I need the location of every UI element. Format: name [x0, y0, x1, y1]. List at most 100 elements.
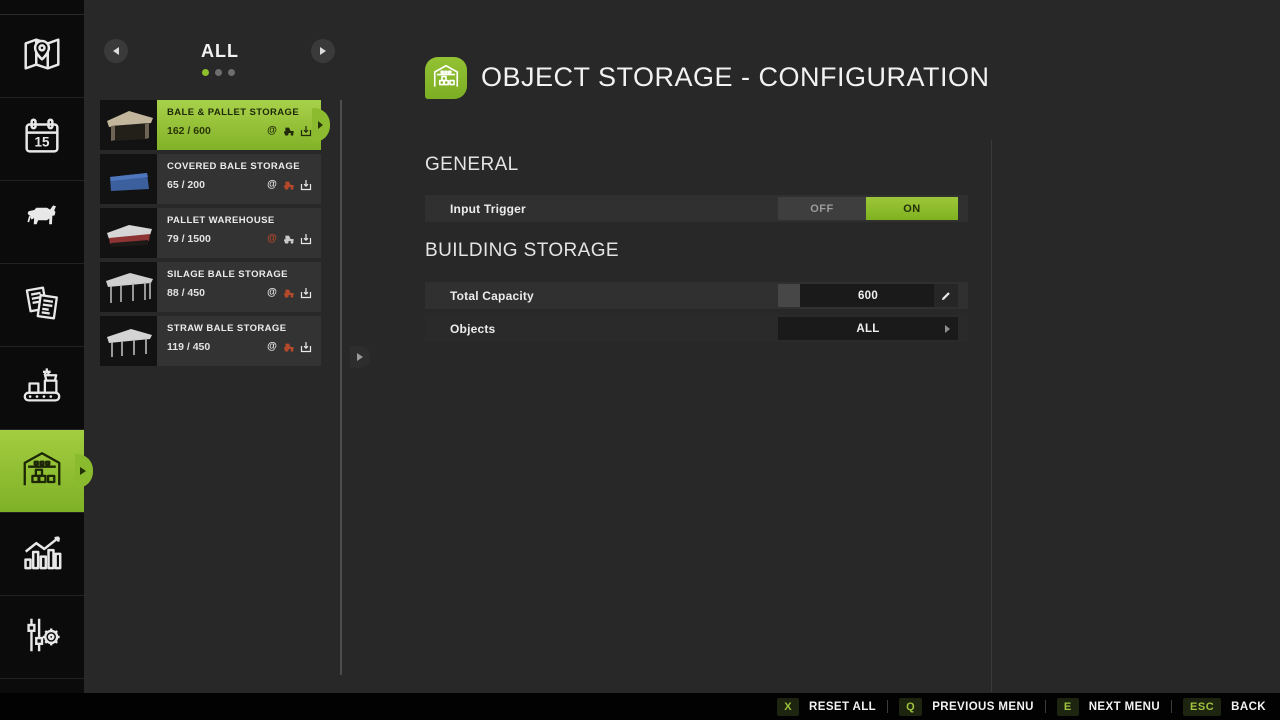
production-icon: [19, 363, 65, 414]
action-label: PREVIOUS MENU: [932, 701, 1034, 713]
at-icon: @: [266, 125, 278, 137]
arrow-left-icon: [113, 47, 119, 55]
pagination-dot: [202, 69, 209, 76]
sidebar-item-contracts[interactable]: [0, 264, 84, 347]
badge-group: @: [266, 341, 312, 353]
building-thumbnail: [100, 208, 157, 258]
list-item-body: BALE & PALLET STORAGE 162 / 600 @: [157, 100, 321, 150]
edit-button[interactable]: [934, 284, 958, 307]
input-drag-handle[interactable]: [778, 284, 800, 307]
at-icon: @: [266, 341, 278, 353]
list-item-bale-pallet-storage[interactable]: BALE & PALLET STORAGE 162 / 600 @: [100, 100, 321, 150]
sidebar-item-production[interactable]: [0, 347, 84, 430]
bar-chart-icon: [19, 529, 65, 580]
panel-divider: [991, 140, 992, 692]
divider: [1045, 700, 1046, 713]
action-reset-all[interactable]: X RESET ALL: [777, 698, 876, 716]
download-icon: [300, 341, 312, 353]
sliders-gear-icon: [19, 612, 65, 663]
list-item-pallet-warehouse[interactable]: PALLET WAREHOUSE 79 / 1500 @: [100, 208, 321, 258]
capacity-count: 88 / 450: [167, 287, 205, 299]
list-item-covered-bale-storage[interactable]: COVERED BALE STORAGE 65 / 200 @: [100, 154, 321, 204]
tractor-icon: [283, 233, 295, 245]
sidebar-item-buildings[interactable]: [0, 430, 84, 513]
list-item-body: PALLET WAREHOUSE 79 / 1500 @: [157, 208, 321, 258]
objects-selector[interactable]: ALL: [778, 317, 958, 340]
warehouse-icon: [19, 446, 65, 497]
list-item-straw-bale-storage[interactable]: STRAW BALE STORAGE 119 / 450 @: [100, 316, 321, 366]
pencil-icon: [941, 291, 951, 301]
selected-tab-bump: [75, 454, 93, 488]
download-icon: [300, 125, 312, 137]
at-icon: @: [266, 179, 278, 191]
warehouse-icon: [431, 61, 461, 96]
action-next-menu[interactable]: E NEXT MENU: [1057, 698, 1160, 716]
action-label: NEXT MENU: [1089, 701, 1160, 713]
building-thumbnail: [100, 316, 157, 366]
objects-value: ALL: [856, 323, 879, 335]
action-label: BACK: [1231, 701, 1266, 713]
list-scrollbar[interactable]: [340, 100, 342, 675]
list-item-body: SILAGE BALE STORAGE 88 / 450 @: [157, 262, 321, 312]
building-thumbnail: [100, 100, 157, 150]
capacity-count: 119 / 450: [167, 341, 210, 353]
sidebar-item-animals[interactable]: [0, 181, 84, 264]
map-icon: [19, 31, 65, 82]
category-prev-button[interactable]: [104, 39, 128, 63]
row-label: Input Trigger: [450, 202, 526, 216]
cow-icon: [19, 197, 65, 248]
sidebar-item-settings[interactable]: [0, 596, 84, 679]
action-label: RESET ALL: [809, 701, 876, 713]
chevron-right-icon: [357, 353, 363, 361]
badge-group: @: [266, 179, 312, 191]
sidebar-item-map[interactable]: [0, 15, 84, 98]
building-name: BALE & PALLET STORAGE: [167, 107, 312, 118]
list-item-silage-bale-storage[interactable]: SILAGE BALE STORAGE 88 / 450 @: [100, 262, 321, 312]
capacity-count: 162 / 600: [167, 125, 211, 137]
key-hint: Q: [899, 698, 922, 716]
building-thumbnail: [100, 262, 157, 312]
building-name: COVERED BALE STORAGE: [167, 161, 312, 172]
page-title: OBJECT STORAGE - CONFIGURATION: [481, 62, 990, 93]
chevron-right-icon: [945, 325, 950, 333]
config-header-icon: [425, 57, 467, 99]
sidebar-item-statistics[interactable]: [0, 513, 84, 596]
at-icon: @: [266, 233, 278, 245]
calendar-icon: 15: [19, 114, 65, 165]
tractor-icon: [283, 125, 295, 137]
download-icon: [300, 233, 312, 245]
badge-group: @: [266, 125, 312, 137]
badge-group: @: [266, 287, 312, 299]
category-next-button[interactable]: [311, 39, 335, 63]
list-item-body: COVERED BALE STORAGE 65 / 200 @: [157, 154, 321, 204]
config-row-objects: Objects ALL: [425, 315, 968, 342]
selected-item-bump: [312, 108, 330, 142]
capacity-count: 65 / 200: [167, 179, 205, 191]
arrow-right-icon: [320, 47, 326, 55]
rail-top-strip: [0, 0, 84, 15]
row-label: Objects: [450, 322, 495, 336]
building-name: SILAGE BALE STORAGE: [167, 269, 312, 280]
tractor-icon: [283, 179, 295, 191]
action-back[interactable]: ESC BACK: [1183, 698, 1266, 716]
bottom-key-hint-bar: X RESET ALL Q PREVIOUS MENU E NEXT MENU …: [0, 693, 1280, 720]
tractor-icon: [283, 287, 295, 299]
section-heading-general: GENERAL: [425, 154, 519, 176]
row-label: Total Capacity: [450, 289, 534, 303]
panel-expander-button[interactable]: [350, 346, 370, 368]
total-capacity-input[interactable]: 600: [778, 284, 958, 307]
key-hint: E: [1057, 698, 1079, 716]
pagination-dot: [228, 69, 235, 76]
category-pagination-dots: [202, 69, 235, 76]
building-thumbnail: [100, 154, 157, 204]
documents-icon: [19, 280, 65, 331]
building-name: PALLET WAREHOUSE: [167, 215, 312, 226]
action-previous-menu[interactable]: Q PREVIOUS MENU: [899, 698, 1034, 716]
pagination-dot: [215, 69, 222, 76]
capacity-count: 79 / 1500: [167, 233, 211, 245]
config-row-total-capacity: Total Capacity 600: [425, 282, 968, 309]
toggle-on-button[interactable]: ON: [866, 197, 958, 220]
toggle-off-button[interactable]: OFF: [778, 197, 866, 220]
config-row-input-trigger: Input Trigger OFF ON: [425, 195, 968, 222]
sidebar-item-calendar[interactable]: 15: [0, 98, 84, 181]
